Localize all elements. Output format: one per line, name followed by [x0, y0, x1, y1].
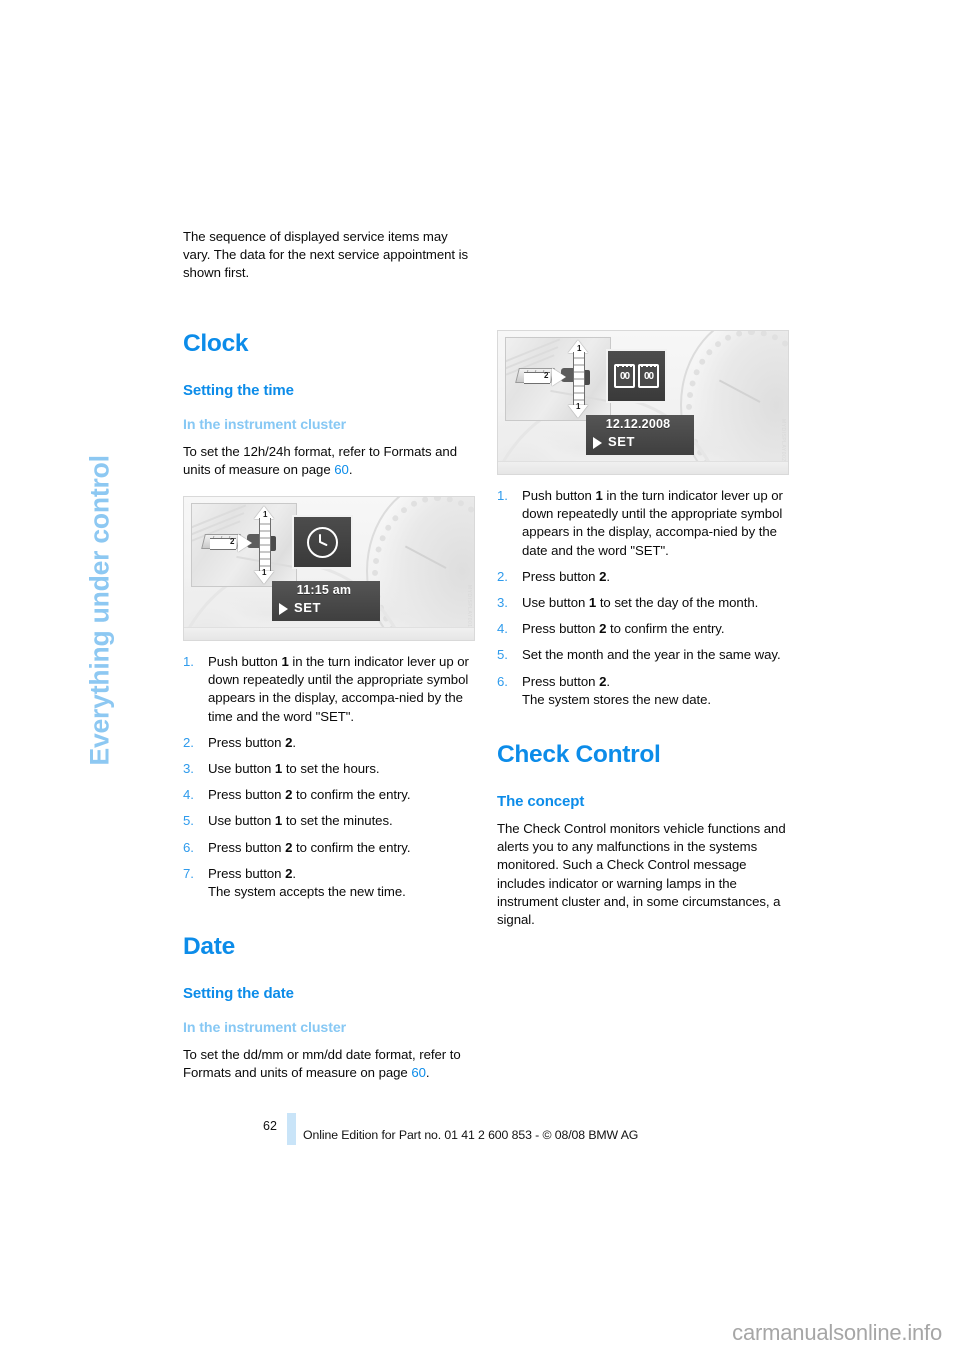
display-text-panel: 12.12.2008 SET: [586, 415, 694, 455]
arrow-label-2: 2: [544, 371, 549, 380]
cluster-bottom-bar: [498, 461, 788, 474]
list-item: Press button 2 to confirm the entry.: [497, 620, 789, 638]
format-paragraph: To set the 12h/24h format, refer to Form…: [183, 443, 475, 479]
list-item: Set the month and the year in the same w…: [497, 646, 789, 664]
heading-in-the-instrument-cluster-time: In the instrument cluster: [183, 416, 347, 433]
footer-credit: Online Edition for Part no. 01 41 2 600 …: [303, 1128, 639, 1142]
step-text: Press button 2.: [522, 673, 610, 689]
display-set-label: SET: [608, 434, 636, 449]
display-time-value: 11:15 am: [296, 583, 352, 598]
page-footer: 62 Online Edition for Part no. 01 41 2 6…: [0, 1113, 960, 1153]
format-paragraph-text: To set the 12h/24h format, refer to Form…: [183, 443, 457, 477]
display-set-label: SET: [294, 600, 322, 616]
play-triangle-icon: [279, 603, 288, 616]
list-item: Press button 2. The system stores the new…: [497, 673, 789, 709]
calendar-digits-right: 00: [638, 364, 659, 388]
page-number: 62: [263, 1119, 277, 1133]
step-text: Press button 2 to confirm the entry.: [208, 839, 411, 855]
figure-credit-clock: MYDISPLAY001: [466, 585, 472, 629]
heading-in-the-instrument-cluster-date: In the instrument cluster: [183, 1020, 347, 1037]
list-item: Press button 2.: [183, 734, 475, 752]
step-subtext: The system stores the new date.: [522, 691, 712, 707]
manual-page: Everything under control The sequence of…: [0, 0, 960, 1358]
format-paragraph-period: .: [348, 461, 353, 477]
figure-date-display: 1 1 2 00 00 12.12.2008 SET MYDISPLAY002: [497, 330, 789, 475]
list-item: Use button 1 to set the hours.: [183, 760, 475, 778]
display-symbol-panel: 00 00: [606, 349, 667, 403]
calendar-icon: 00 00: [614, 364, 659, 388]
date-format-paragraph: To set the dd/mm or mm/dd date format, r…: [183, 1046, 475, 1082]
intro-paragraph: The sequence of displayed service items …: [183, 229, 469, 281]
right-column: 1 1 2 00 00 12.12.2008 SET MYDISPLAY002 …: [497, 330, 789, 929]
step-text: Push button 1 in the turn indicator leve…: [208, 654, 469, 724]
page-reference-60-date[interactable]: 60: [411, 1065, 426, 1080]
list-item: Push button 1 in the turn indicator leve…: [497, 487, 789, 560]
heading-check-control: Check Control: [497, 741, 661, 769]
inset-photo-turn-indicator-lever: 1 1 2: [191, 503, 297, 588]
play-triangle-icon: [593, 437, 602, 449]
cluster-bottom-bar: [184, 627, 474, 641]
list-item: Press button 2.: [497, 568, 789, 586]
list-item: Press button 2 to confirm the entry.: [183, 839, 475, 857]
display-date-value: 12.12.2008: [605, 417, 671, 431]
list-item: Press button 2. The system accepts the ne…: [183, 865, 475, 901]
date-format-paragraph-period: .: [425, 1065, 430, 1081]
list-item: Press button 2 to confirm the entry.: [183, 786, 475, 804]
steps-list-date: Push button 1 in the turn indicator leve…: [497, 487, 789, 709]
heading-clock: Clock: [183, 329, 249, 357]
list-item: Push button 1 in the turn indicator leve…: [183, 653, 475, 726]
figure-clock-display: 1 1 2 11:15 am SET MYDISPLAY001: [183, 496, 475, 642]
list-item: Use button 1 to set the minutes.: [183, 812, 475, 830]
site-watermark: carmanualsonline.info: [732, 1320, 942, 1345]
heading-the-concept: The concept: [497, 793, 585, 811]
heading-setting-the-time: Setting the time: [183, 381, 294, 399]
arrow-label-1-bottom: 1: [262, 568, 267, 578]
display-text-panel: 11:15 am SET: [272, 581, 380, 622]
steps-list-time: Push button 1 in the turn indicator leve…: [183, 653, 475, 901]
step-text: Set the month and the year in the same w…: [522, 647, 781, 663]
step-text: Use button 1 to set the day of the month…: [522, 595, 759, 611]
step-text: Press button 2.: [522, 568, 610, 584]
clock-icon: [307, 526, 338, 558]
chapter-tab: Everything under control: [0, 0, 170, 765]
heading-setting-the-date: Setting the date: [183, 985, 294, 1003]
step-text: Use button 1 to set the hours.: [208, 761, 380, 777]
step-subtext: The system accepts the new time.: [208, 884, 406, 900]
left-column: The sequence of displayed service items …: [183, 228, 475, 1083]
display-symbol-panel: [292, 515, 353, 570]
footer-accent-bar: [287, 1113, 296, 1145]
arrow-label-2: 2: [230, 537, 235, 547]
chapter-tab-label: Everything under control: [84, 455, 115, 766]
step-text: Press button 2 to confirm the entry.: [208, 787, 411, 803]
list-item: Use button 1 to set the day of the month…: [497, 594, 789, 612]
step-text: Press button 2.: [208, 865, 296, 881]
heading-date: Date: [183, 933, 235, 961]
arrow-label-1-top: 1: [263, 510, 268, 520]
arrow-label-1-top: 1: [577, 344, 582, 353]
step-text: Press button 2.: [208, 734, 296, 750]
step-text: Push button 1 in the turn indicator leve…: [522, 488, 783, 558]
page-reference-60-time[interactable]: 60: [334, 462, 349, 477]
step-text: Use button 1 to set the minutes.: [208, 813, 393, 829]
inset-photo-turn-indicator-lever: 1 1 2: [505, 337, 611, 421]
step-text: Press button 2 to confirm the entry.: [522, 621, 725, 637]
calendar-digits-left: 00: [614, 364, 635, 388]
concept-paragraph: The Check Control monitors vehicle funct…: [497, 821, 786, 928]
figure-credit-date: MYDISPLAY002: [780, 419, 786, 462]
arrow-label-1-bottom: 1: [576, 402, 581, 411]
